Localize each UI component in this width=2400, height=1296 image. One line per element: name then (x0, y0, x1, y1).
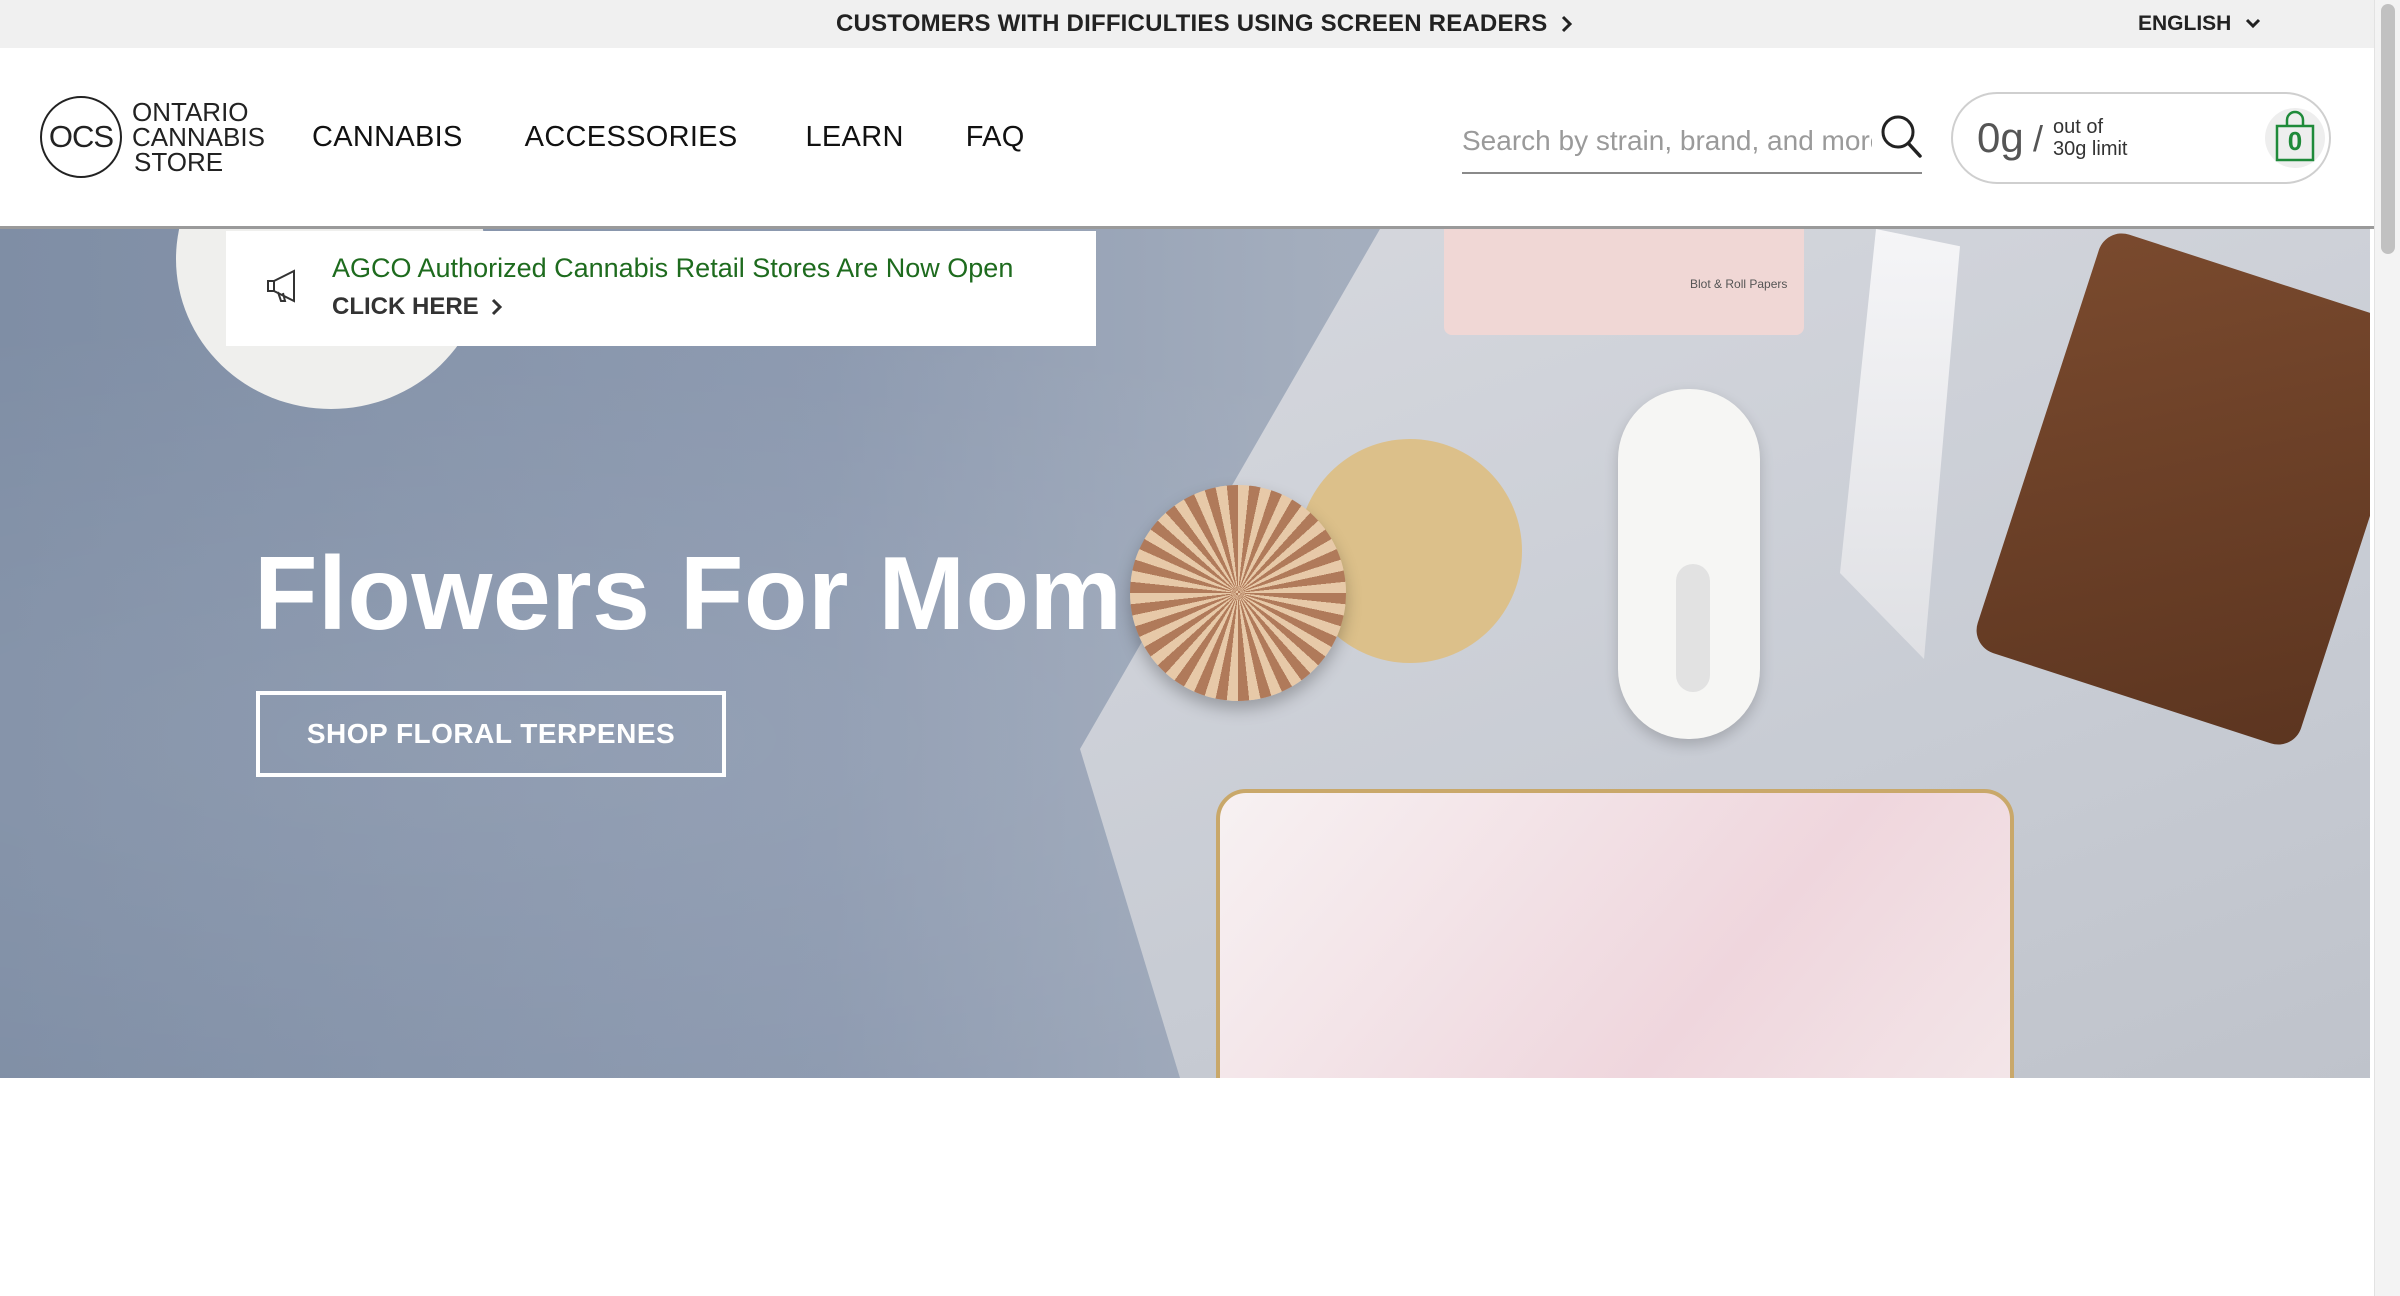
shopping-bag-button[interactable]: 0 (2265, 108, 2325, 168)
cart-grams: 0g (1977, 114, 2024, 161)
search-icon (1881, 115, 1922, 158)
nav-item-learn[interactable]: LEARN (805, 121, 903, 154)
hero-pipe-hole (1676, 564, 1710, 692)
announcement-cta-label: CLICK HERE (332, 293, 479, 320)
cart-widget[interactable]: 0g / out of 30g limit 0 (1951, 92, 2331, 184)
megaphone-icon (267, 269, 295, 303)
logo-mark: OCS (40, 96, 122, 178)
hero-product-label: Blot & Roll Papers (1690, 277, 1788, 291)
search-button[interactable] (1880, 114, 1924, 160)
logo-wordmark: ONTARIO CANNABIS STORE (132, 96, 265, 177)
search-bar (1462, 112, 1922, 174)
search-input[interactable] (1462, 112, 1872, 170)
language-selector[interactable]: ENGLISH (2138, 0, 2261, 48)
hero-grinder (1130, 485, 1346, 701)
page-scrollbar[interactable] (2374, 0, 2400, 1296)
accessibility-bar: CUSTOMERS WITH DIFFICULTIES USING SCREEN… (0, 0, 2374, 48)
nav-item-cannabis[interactable]: CANNABIS (312, 121, 463, 154)
announcement-message[interactable]: AGCO Authorized Cannabis Retail Stores A… (332, 253, 1013, 284)
hero-tray (1216, 789, 2014, 1078)
screen-reader-help-link[interactable]: CUSTOMERS WITH DIFFICULTIES USING SCREEN… (836, 0, 1573, 48)
main-nav: CANNABIS ACCESSORIES LEARN FAQ (312, 48, 1087, 226)
language-label: ENGLISH (2138, 12, 2232, 35)
announcement-card: AGCO Authorized Cannabis Retail Stores A… (226, 231, 1096, 346)
screen-reader-help-label: CUSTOMERS WITH DIFFICULTIES USING SCREEN… (836, 10, 1548, 37)
site-header: OCS ONTARIO CANNABIS STORE CANNABIS ACCE… (0, 48, 2374, 229)
nav-item-faq[interactable]: FAQ (966, 121, 1025, 154)
nav-item-accessories[interactable]: ACCESSORIES (525, 121, 738, 154)
cart-count: 0 (2287, 126, 2303, 156)
chevron-right-icon (1562, 15, 1573, 33)
chevron-down-icon (2246, 18, 2261, 29)
announcement-cta[interactable]: CLICK HERE (332, 293, 503, 321)
scrollbar-thumb[interactable] (2381, 4, 2395, 254)
cart-slash: / (2033, 118, 2044, 159)
hero-title: Flowers For Mom (254, 536, 1123, 652)
ocs-logo[interactable]: OCS ONTARIO CANNABIS STORE (40, 94, 280, 180)
chevron-right-icon (491, 298, 502, 316)
cart-limit: out of 30g limit (2053, 116, 2128, 160)
shop-floral-terpenes-button[interactable]: SHOP FLORAL TERPENES (256, 691, 726, 777)
